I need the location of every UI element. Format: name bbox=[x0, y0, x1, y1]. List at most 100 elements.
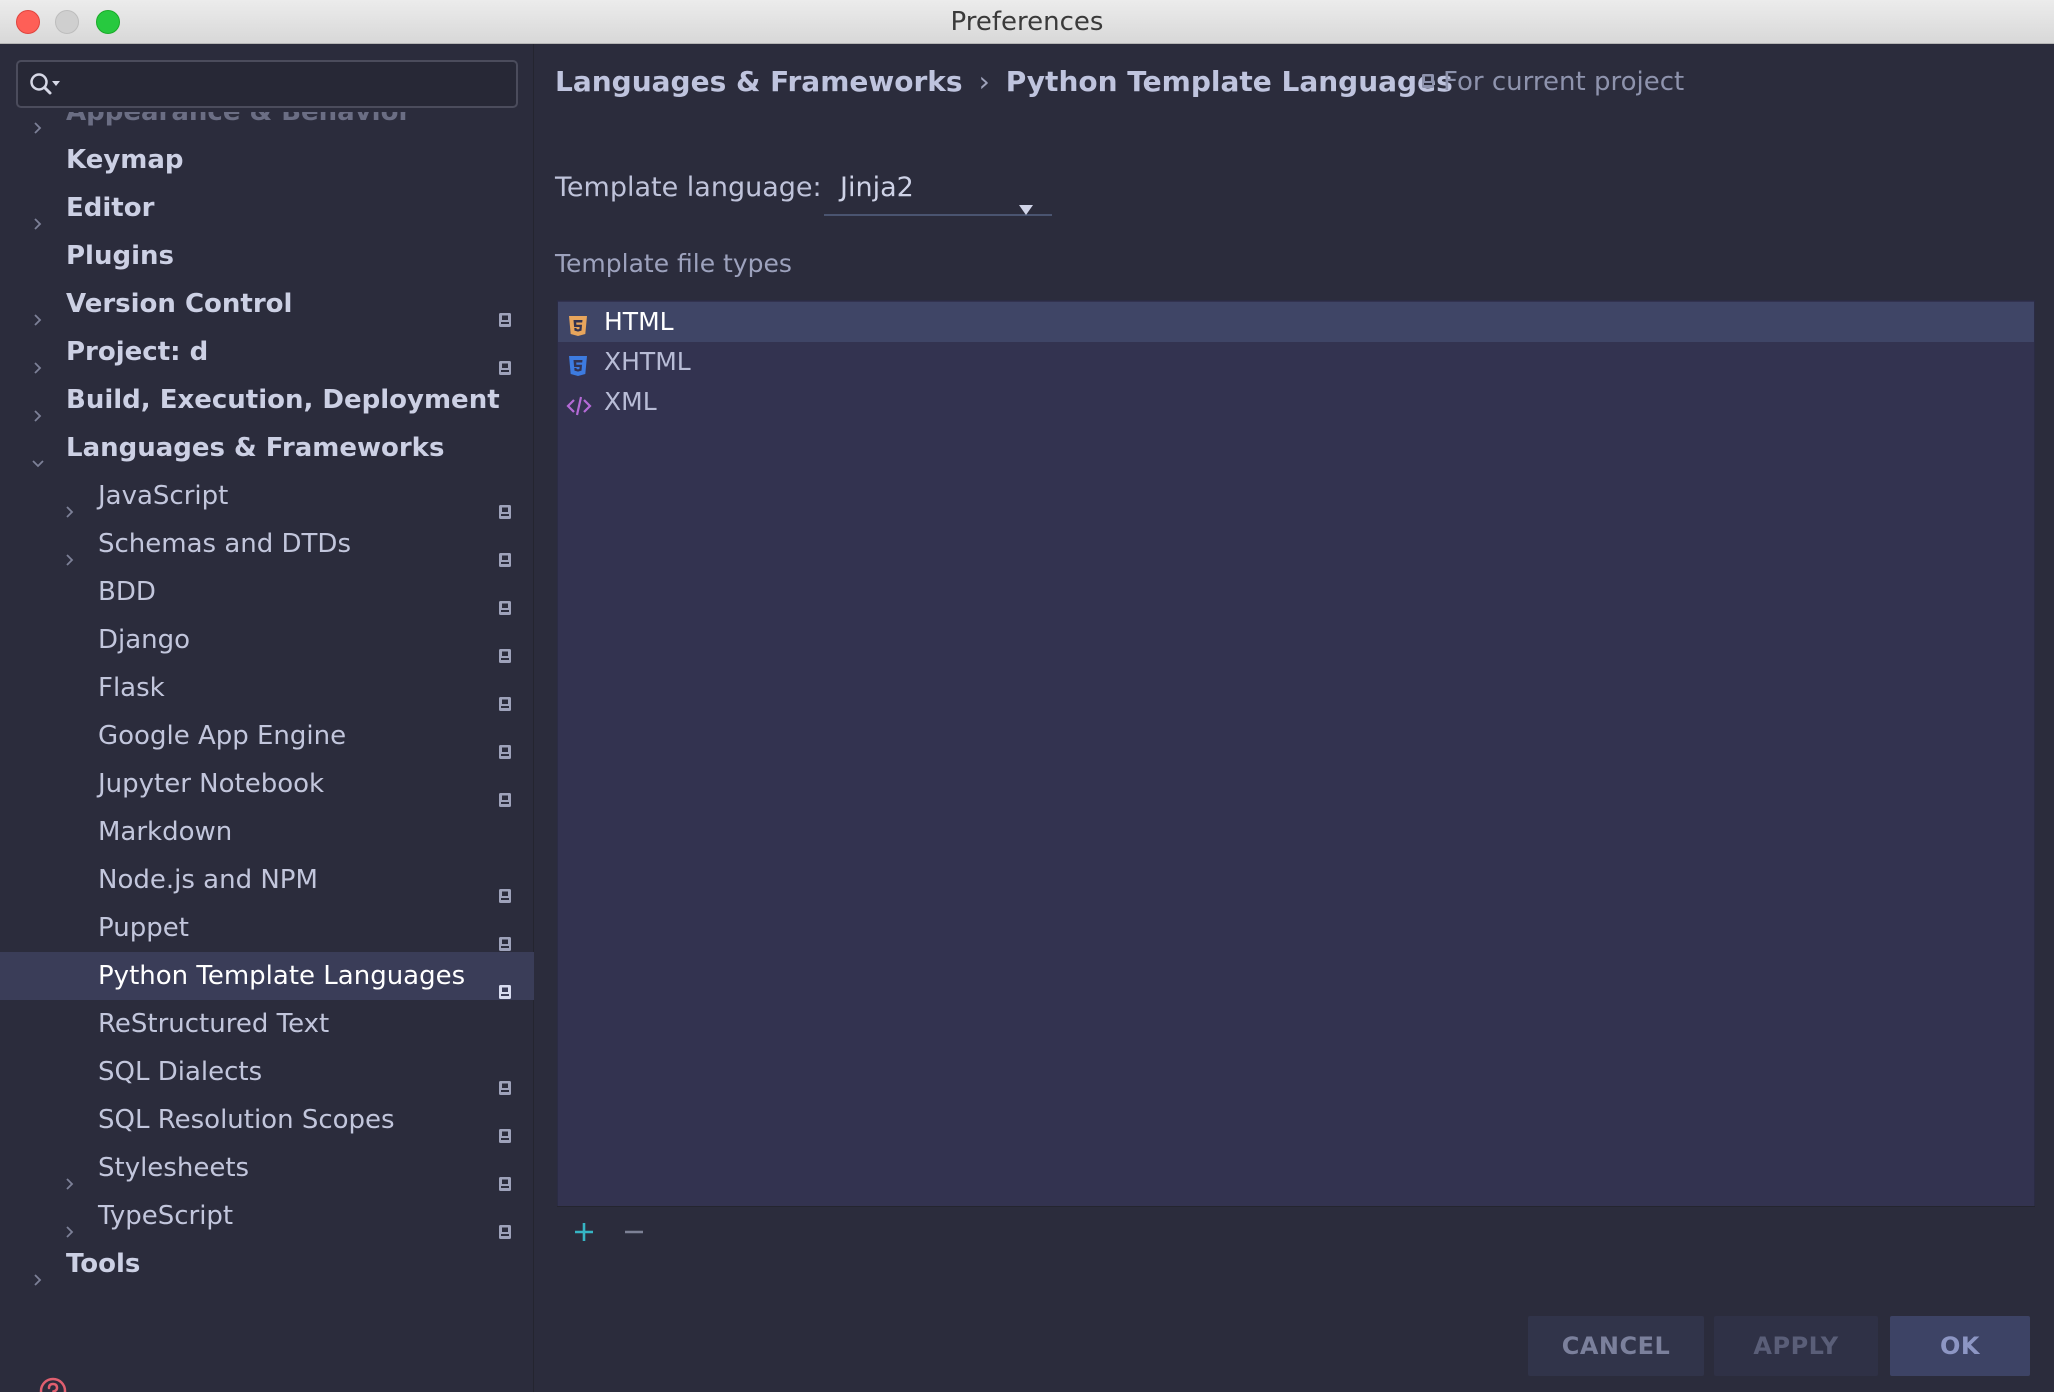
chevron-right-icon[interactable] bbox=[30, 1256, 46, 1286]
sidebar-item-label: Version Control bbox=[66, 289, 293, 319]
sidebar-item-google-app-engine[interactable]: Google App Engine bbox=[0, 712, 534, 760]
scope-note-text: For current project bbox=[1443, 67, 1685, 97]
sidebar-item-markdown[interactable]: Markdown bbox=[0, 808, 534, 856]
title-bar: Preferences bbox=[0, 0, 2054, 44]
sidebar-item-sql-dialects[interactable]: SQL Dialects bbox=[0, 1048, 534, 1096]
file-types-toolbar bbox=[557, 1206, 2035, 1256]
sidebar-item-typescript[interactable]: TypeScript bbox=[0, 1192, 534, 1240]
help-button[interactable] bbox=[38, 1376, 68, 1392]
sidebar-item-label: JavaScript bbox=[98, 481, 229, 511]
sidebar-item-python-template-languages[interactable]: Python Template Languages bbox=[0, 952, 534, 1000]
help-icon bbox=[39, 1377, 67, 1392]
sidebar-item-label: Project: d bbox=[66, 337, 209, 367]
sidebar-item-label: SQL Dialects bbox=[98, 1057, 263, 1087]
sidebar-item-plugins[interactable]: Plugins bbox=[0, 232, 534, 280]
sidebar-item-label: Plugins bbox=[66, 241, 174, 271]
sidebar-item-label: TypeScript bbox=[98, 1201, 234, 1231]
project-scope-icon bbox=[1422, 73, 1434, 88]
settings-search-box[interactable] bbox=[16, 60, 518, 108]
chevron-right-icon[interactable] bbox=[30, 344, 46, 374]
sidebar-item-languages-frameworks[interactable]: Languages & Frameworks bbox=[0, 424, 534, 472]
breadcrumb-current: Python Template Languages bbox=[1005, 65, 1453, 98]
file-types-list[interactable]: HTML XHTML XML bbox=[557, 300, 2035, 1250]
file-type-label: XML bbox=[604, 387, 657, 416]
sidebar-item-label: Markdown bbox=[98, 817, 233, 847]
sidebar-item-project-d[interactable]: Project: d bbox=[0, 328, 534, 376]
breadcrumb-separator-icon: › bbox=[978, 65, 990, 98]
window-title: Preferences bbox=[950, 7, 1104, 37]
sidebar-item-jupyter-notebook[interactable]: Jupyter Notebook bbox=[0, 760, 534, 808]
sidebar-item-label: Appearance & Behavior bbox=[66, 112, 412, 127]
settings-tree: Appearance & Behavior Keymap Editor Plugins… bbox=[0, 112, 534, 1312]
settings-content: Languages & Frameworks › Python Template L… bbox=[535, 44, 2054, 1392]
remove-file-type-button[interactable] bbox=[623, 1221, 645, 1243]
scope-note: For current project bbox=[1421, 58, 1684, 106]
sidebar-item-keymap[interactable]: Keymap bbox=[0, 136, 534, 184]
add-file-type-button[interactable] bbox=[573, 1221, 595, 1243]
sidebar-item-editor[interactable]: Editor bbox=[0, 184, 534, 232]
chevron-right-icon[interactable] bbox=[62, 1160, 78, 1190]
chevron-right-icon[interactable] bbox=[30, 296, 46, 326]
sidebar-item-javascript[interactable]: JavaScript bbox=[0, 472, 534, 520]
plus-icon bbox=[575, 1223, 593, 1241]
sidebar-item-label: BDD bbox=[98, 577, 156, 607]
sidebar-item-label: Python Template Languages bbox=[98, 961, 466, 991]
file-types-label: Template file types bbox=[555, 249, 792, 278]
ok-button[interactable]: OK bbox=[1890, 1316, 2030, 1376]
chevron-right-icon[interactable] bbox=[62, 1208, 78, 1238]
chevron-right-icon[interactable] bbox=[30, 392, 46, 422]
chevron-down-icon[interactable] bbox=[30, 440, 46, 468]
sidebar-item-label: Keymap bbox=[66, 145, 184, 175]
template-language-value: Jinja2 bbox=[840, 172, 914, 203]
sidebar-item-tools[interactable]: Tools bbox=[0, 1240, 534, 1288]
chevron-down-icon bbox=[1018, 184, 1034, 232]
search-icon[interactable] bbox=[28, 71, 64, 103]
sidebar-item-flask[interactable]: Flask bbox=[0, 664, 534, 712]
sidebar-item-label: Tools bbox=[66, 1249, 141, 1279]
sidebar-item-bdd[interactable]: BDD bbox=[0, 568, 534, 616]
sidebar-item-label: Build, Execution, Deployment bbox=[66, 385, 500, 415]
sidebar-item-stylesheets[interactable]: Stylesheets bbox=[0, 1144, 534, 1192]
file-type-label: XHTML bbox=[604, 347, 691, 376]
sidebar-item-label: ReStructured Text bbox=[98, 1009, 330, 1039]
sidebar-item-label: Jupyter Notebook bbox=[98, 769, 325, 799]
sidebar-item-label: Languages & Frameworks bbox=[66, 433, 445, 463]
template-language-label: Template language: bbox=[555, 172, 822, 203]
sidebar-item-appearance-behavior[interactable]: Appearance & Behavior bbox=[0, 112, 534, 136]
sidebar-item-sql-resolution-scopes[interactable]: SQL Resolution Scopes bbox=[0, 1096, 534, 1144]
sidebar-item-restructured-text[interactable]: ReStructured Text bbox=[0, 1000, 534, 1048]
sidebar-item-build-execution-deployment[interactable]: Build, Execution, Deployment bbox=[0, 376, 534, 424]
sidebar-item-label: Puppet bbox=[98, 913, 189, 943]
sidebar-item-label: Stylesheets bbox=[98, 1153, 250, 1183]
sidebar-item-puppet[interactable]: Puppet bbox=[0, 904, 534, 952]
sidebar-item-label: Django bbox=[98, 625, 191, 655]
file-type-row[interactable]: XML bbox=[558, 382, 2034, 422]
sidebar-item-label: SQL Resolution Scopes bbox=[98, 1105, 395, 1135]
chevron-right-icon[interactable] bbox=[62, 488, 78, 518]
sidebar-item-label: Flask bbox=[98, 673, 165, 703]
sidebar-item-label: Schemas and DTDs bbox=[98, 529, 351, 559]
breadcrumb-parent[interactable]: Languages & Frameworks bbox=[555, 58, 963, 106]
template-language-dropdown[interactable]: Jinja2 bbox=[824, 164, 1052, 216]
apply-button[interactable]: APPLY bbox=[1714, 1316, 1878, 1376]
sidebar-item-label: Node.js and NPM bbox=[98, 865, 318, 895]
settings-sidebar: Appearance & Behavior Keymap Editor Plugins… bbox=[0, 44, 534, 1392]
sidebar-item-schemas-and-dtds[interactable]: Schemas and DTDs bbox=[0, 520, 534, 568]
sidebar-item-label: Editor bbox=[66, 193, 155, 223]
chevron-right-icon[interactable] bbox=[62, 536, 78, 566]
file-type-row[interactable]: XHTML bbox=[558, 342, 2034, 382]
sidebar-item-node-js-and-npm[interactable]: Node.js and NPM bbox=[0, 856, 534, 904]
chevron-right-icon[interactable] bbox=[30, 112, 46, 134]
breadcrumb: Languages & Frameworks › Python Template L… bbox=[555, 58, 1453, 106]
minus-icon bbox=[625, 1230, 643, 1234]
file-type-label: HTML bbox=[604, 307, 674, 336]
cancel-button[interactable]: CANCEL bbox=[1528, 1316, 1704, 1376]
file-type-row[interactable]: HTML bbox=[558, 302, 2034, 342]
preferences-window: Preferences Appearance & Behavior Keymap E… bbox=[0, 0, 2054, 1392]
sidebar-item-version-control[interactable]: Version Control bbox=[0, 280, 534, 328]
sidebar-item-django[interactable]: Django bbox=[0, 616, 534, 664]
chevron-right-icon[interactable] bbox=[30, 200, 46, 230]
settings-search-input[interactable] bbox=[72, 66, 512, 104]
code-tag-icon bbox=[566, 390, 592, 430]
sidebar-item-label: Google App Engine bbox=[98, 721, 347, 751]
